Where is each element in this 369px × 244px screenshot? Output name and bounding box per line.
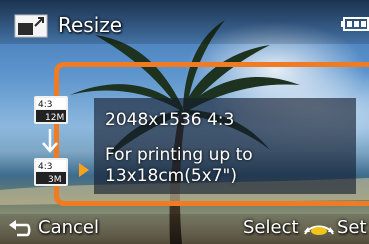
source-ratio-label: 4:3 bbox=[38, 100, 52, 110]
control-dial-icon bbox=[304, 225, 334, 235]
page-title: Resize bbox=[58, 13, 123, 37]
back-arrow-icon[interactable] bbox=[8, 219, 32, 239]
print-size-text-line1: For printing up to bbox=[105, 145, 253, 165]
source-size-label: 12M bbox=[45, 113, 64, 123]
selection-arrow-icon bbox=[79, 163, 89, 177]
down-arrow-icon bbox=[42, 129, 58, 153]
target-size-badge: 4:3 3M bbox=[34, 158, 68, 186]
cancel-button[interactable]: Cancel bbox=[38, 217, 99, 239]
resize-screen: Resize 2048x1536 4:3 For printing up to … bbox=[0, 0, 369, 244]
target-size-label: 3M bbox=[48, 175, 62, 185]
battery-icon bbox=[341, 17, 369, 31]
print-size-text-line2: 13x18cm(5x7") bbox=[105, 166, 238, 186]
header-bar bbox=[0, 0, 369, 44]
resolution-text: 2048x1536 4:3 bbox=[105, 110, 235, 130]
resize-icon bbox=[14, 14, 48, 38]
target-ratio-label: 4:3 bbox=[38, 162, 52, 172]
select-hint: Select bbox=[243, 217, 299, 238]
set-button[interactable]: Set bbox=[337, 217, 367, 239]
source-size-badge: 4:3 12M bbox=[34, 96, 68, 124]
